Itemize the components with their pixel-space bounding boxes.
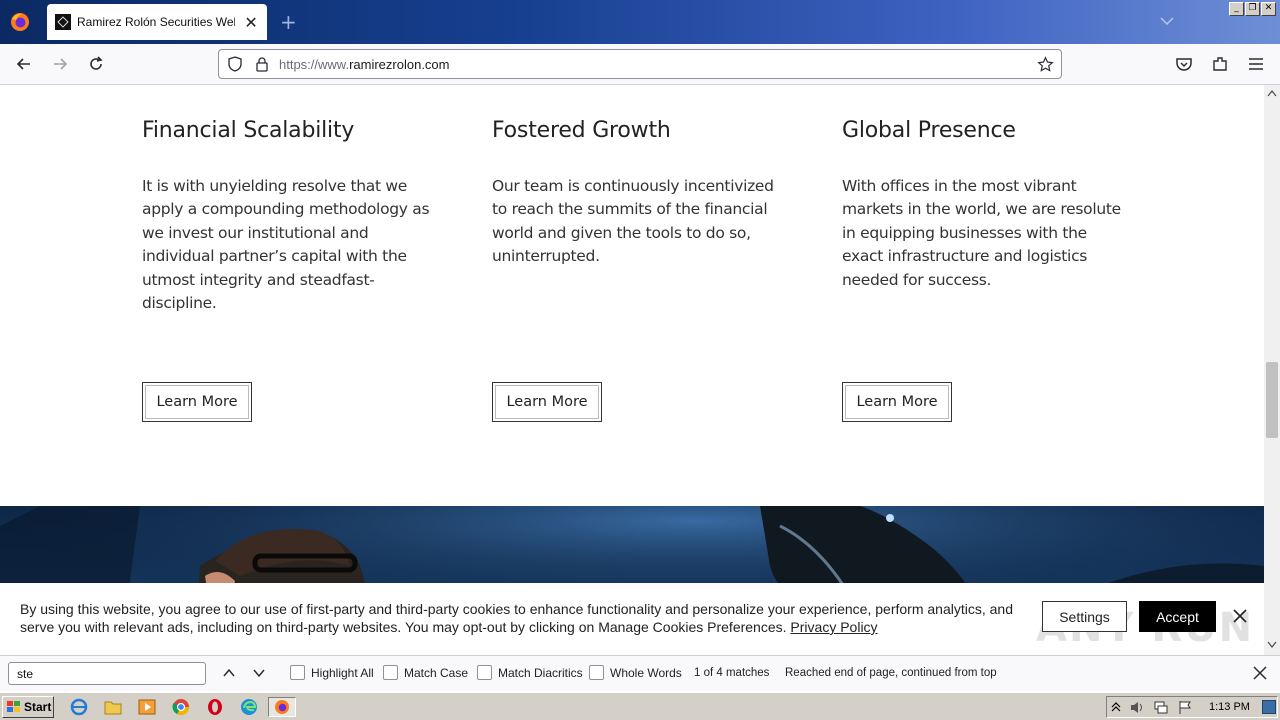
url-text[interactable]: https://www.ramirezrolon.com	[279, 57, 450, 72]
find-input[interactable]: ste	[8, 662, 206, 685]
scroll-up-icon[interactable]	[1267, 89, 1277, 97]
cookie-banner: By using this website, you agree to our …	[0, 583, 1264, 655]
windows-logo-icon	[7, 701, 20, 712]
browser-navbar: https://www.ramirezrolon.com	[0, 44, 1280, 85]
checkbox-box[interactable]	[383, 665, 398, 680]
scroll-down-icon[interactable]	[1267, 641, 1277, 649]
learn-more-button[interactable]: Learn More	[142, 382, 252, 422]
system-tray: 1:13 PM	[1106, 696, 1278, 718]
feature-heading: Global Presence	[842, 118, 1016, 143]
checkbox-box[interactable]	[589, 665, 604, 680]
find-bar: ste Highlight All Match Case Match Diacr…	[0, 655, 1280, 691]
match-diacritics-label: Match Diacritics	[498, 665, 583, 680]
hamburger-menu-icon[interactable]	[1246, 54, 1266, 74]
taskbar-clock[interactable]: 1:13 PM	[1209, 701, 1250, 713]
tab-title: Ramirez Rolón Securities Website |	[77, 15, 235, 29]
reload-icon[interactable]	[86, 54, 106, 74]
learn-more-button[interactable]: Learn More	[492, 382, 602, 422]
start-button[interactable]: Start	[2, 696, 54, 718]
cookie-accept-button[interactable]: Accept	[1139, 601, 1216, 632]
windows-taskbar: Start 1:13 PM	[0, 692, 1280, 720]
firefox-logo-icon[interactable]	[8, 10, 32, 34]
match-diacritics-checkbox[interactable]: Match Diacritics	[477, 665, 583, 680]
browser-tab-active[interactable]: Ramirez Rolón Securities Website | ✕	[47, 4, 267, 40]
network-icon[interactable]	[1153, 700, 1169, 715]
opera-icon[interactable]	[204, 697, 226, 717]
find-previous-icon[interactable]	[221, 665, 237, 681]
feature-heading: Fostered Growth	[492, 118, 671, 143]
tray-expand-icon[interactable]	[1111, 701, 1121, 713]
window-restore-icon[interactable]: ❐	[1245, 2, 1260, 16]
web-page: Financial Scalability It is with unyield…	[0, 85, 1264, 655]
firefox-taskbar-icon[interactable]	[268, 697, 296, 717]
close-icon[interactable]	[1231, 607, 1249, 625]
start-label: Start	[24, 700, 52, 714]
learn-more-button[interactable]: Learn More	[842, 382, 952, 422]
find-match-count: 1 of 4 matches	[694, 667, 770, 679]
match-case-label: Match Case	[404, 665, 469, 680]
whole-words-label: Whole Words	[610, 665, 682, 680]
highlight-all-label: Highlight All	[311, 665, 374, 680]
browser-titlebar: Ramirez Rolón Securities Website | ✕ + _…	[0, 0, 1280, 44]
chrome-icon[interactable]	[170, 697, 192, 717]
cookie-banner-text: By using this website, you agree to our …	[20, 600, 1020, 636]
cookie-settings-button[interactable]: Settings	[1042, 601, 1127, 632]
privacy-policy-link[interactable]: Privacy Policy	[790, 619, 877, 635]
feature-heading: Financial Scalability	[142, 118, 355, 143]
checkbox-box[interactable]	[290, 665, 305, 680]
internet-explorer-icon[interactable]	[68, 697, 90, 717]
media-player-icon[interactable]	[136, 697, 158, 717]
highlight-all-checkbox[interactable]: Highlight All	[290, 665, 374, 680]
match-case-checkbox[interactable]: Match Case	[383, 665, 468, 680]
scroll-thumb[interactable]	[1266, 362, 1278, 438]
edge-icon[interactable]	[238, 697, 260, 717]
feature-body: Our team is continuously incentivized to…	[492, 177, 774, 266]
bookmark-star-icon[interactable]	[1037, 56, 1054, 73]
find-close-icon[interactable]	[1252, 665, 1268, 681]
checkbox-box[interactable]	[477, 665, 492, 680]
tab-list-chevron-icon[interactable]	[1158, 12, 1176, 30]
tab-close-icon[interactable]: ✕	[243, 13, 259, 32]
whole-words-checkbox[interactable]: Whole Words	[589, 665, 682, 680]
url-scheme: https://www.	[279, 57, 350, 72]
find-status-message: Reached end of page, continued from top	[785, 667, 997, 679]
pocket-icon[interactable]	[1174, 54, 1194, 74]
volume-icon[interactable]	[1129, 700, 1145, 715]
window-minimize-icon[interactable]: _	[1229, 2, 1244, 16]
shield-icon[interactable]	[227, 56, 243, 72]
page-scrollbar[interactable]	[1264, 85, 1280, 655]
action-center-flag-icon[interactable]	[1177, 700, 1193, 715]
forward-arrow-icon[interactable]	[50, 54, 70, 74]
feature-body: It is with unyielding resolve that we ap…	[142, 177, 430, 313]
url-domain: ramirezrolon.com	[349, 57, 450, 72]
back-arrow-icon[interactable]	[14, 54, 34, 74]
lock-icon[interactable]	[254, 56, 270, 72]
extensions-icon[interactable]	[1210, 54, 1230, 74]
site-favicon-icon	[55, 14, 71, 30]
find-next-icon[interactable]	[251, 665, 267, 681]
folder-icon[interactable]	[102, 697, 124, 717]
show-desktop-icon[interactable]	[1262, 700, 1276, 714]
address-bar[interactable]: https://www.ramirezrolon.com	[218, 49, 1062, 79]
window-close-icon[interactable]: ✕	[1261, 2, 1276, 16]
feature-body: With offices in the most vibrant markets…	[842, 177, 1121, 289]
new-tab-icon[interactable]: +	[280, 10, 297, 34]
